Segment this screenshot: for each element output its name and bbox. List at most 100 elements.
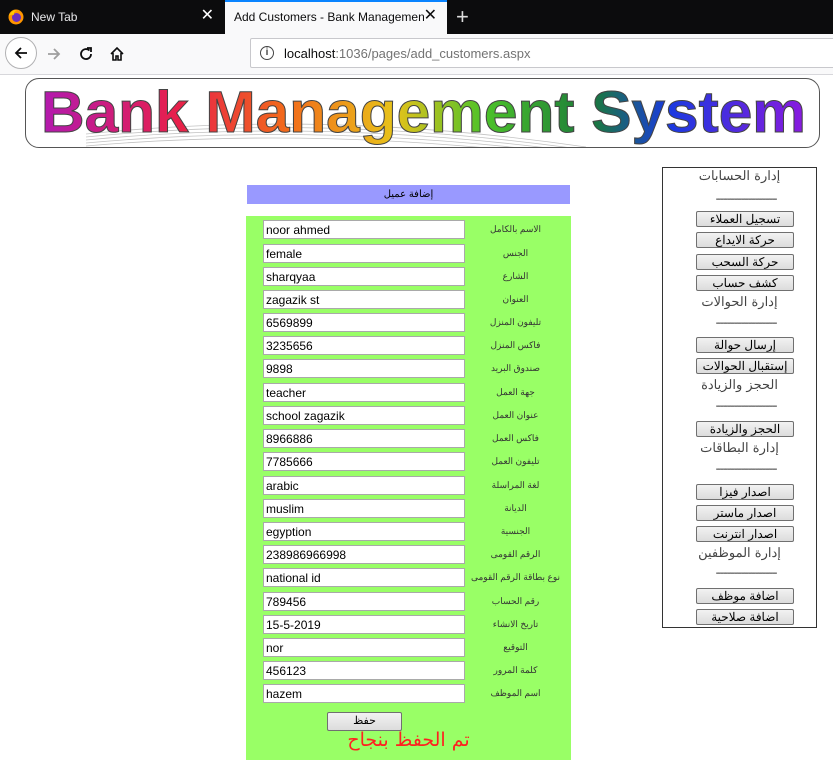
- sidebar-button[interactable]: الحجز والزيادة: [696, 421, 794, 437]
- form-row: اسم الموظف: [263, 684, 558, 703]
- form-field-input[interactable]: [263, 406, 465, 425]
- form-row: عنوان العمل: [263, 406, 558, 425]
- form-row: كلمة المرور: [263, 661, 558, 680]
- sidebar-button[interactable]: كشف حساب: [696, 275, 794, 291]
- form-row: فاكس العمل: [263, 429, 558, 448]
- tab-new-tab[interactable]: New Tab ✕: [0, 0, 224, 34]
- form-field-label: الديانة: [504, 503, 527, 513]
- sidebar-divider: --------------------------: [715, 568, 778, 579]
- sidebar-button[interactable]: اصدار ماستر: [696, 505, 794, 521]
- active-tab-indicator: [225, 0, 447, 2]
- form-row: الشارع: [263, 267, 558, 286]
- form-field-label: لغة المراسلة: [491, 480, 540, 490]
- form-row: العنوان: [263, 290, 558, 309]
- form-field-label: كلمة المرور: [493, 665, 538, 675]
- form-field-label: الجنس: [502, 248, 529, 258]
- form-field-label: رقم الحساب: [491, 596, 540, 606]
- forward-button[interactable]: [40, 40, 68, 68]
- form-field-input[interactable]: [263, 592, 465, 611]
- form-row: التوقيع: [263, 638, 558, 657]
- form-row: صندوق البريد: [263, 359, 558, 378]
- form-row: الديانة: [263, 499, 558, 518]
- sidebar-button[interactable]: حركة السحب: [696, 254, 794, 270]
- form-field-input[interactable]: [263, 383, 465, 402]
- reload-icon: [80, 47, 92, 60]
- form-field-input[interactable]: [263, 290, 465, 309]
- form-field-input[interactable]: [263, 661, 465, 680]
- form-row: تاريخ الانشاء: [263, 615, 558, 634]
- form-field-input[interactable]: [263, 452, 465, 471]
- close-tab-icon[interactable]: ✕: [424, 8, 437, 24]
- home-icon: [110, 46, 124, 61]
- sidebar-divider: --------------------------: [715, 401, 778, 412]
- form-field-label: التوقيع: [503, 642, 528, 652]
- banner-graphic: Bank Management System: [41, 80, 807, 147]
- tab-bar: New Tab ✕ Add Customers - Bank Managemen…: [0, 0, 833, 34]
- sidebar-section-title: إدارة الموظفين: [698, 546, 781, 561]
- address-bar[interactable]: i localhost:1036/pages/add_customers.asp…: [250, 38, 833, 68]
- sidebar-divider: --------------------------: [715, 194, 778, 205]
- form-field-input[interactable]: [263, 615, 465, 634]
- sidebar-button[interactable]: حركة الايداع: [696, 232, 794, 248]
- sidebar-button[interactable]: إرسال حوالة: [696, 337, 794, 353]
- form-field-input[interactable]: [263, 220, 465, 239]
- sidebar-button[interactable]: اصدار فيزا: [696, 484, 794, 500]
- form-field-label: العنوان: [502, 294, 529, 304]
- form-field-input[interactable]: [263, 638, 465, 657]
- new-tab-plus-icon[interactable]: +: [456, 4, 469, 30]
- bank-banner: Bank Management System: [25, 78, 820, 148]
- reload-button[interactable]: [72, 40, 100, 68]
- sidebar-section-title: إدارة الحسابات: [698, 169, 781, 184]
- form-field-input[interactable]: [263, 429, 465, 448]
- form-row: تليفون المنزل: [263, 313, 558, 332]
- form-field-label: جهة العمل: [496, 387, 535, 397]
- form-field-input[interactable]: [263, 522, 465, 541]
- close-tab-icon[interactable]: ✕: [201, 8, 214, 24]
- form-field-label: الجنسية: [500, 526, 531, 536]
- form-field-input[interactable]: [263, 476, 465, 495]
- form-field-label: صندوق البريد: [490, 363, 541, 373]
- forward-arrow-icon: [48, 48, 61, 60]
- sidebar-button[interactable]: اضافة موظف: [696, 588, 794, 604]
- form-row: نوع بطاقة الرقم القومى: [263, 568, 560, 587]
- back-arrow-icon: [14, 47, 27, 59]
- form-row: رقم الحساب: [263, 592, 558, 611]
- form-field-input[interactable]: [263, 267, 465, 286]
- success-message: تم الحفظ بنجاح: [347, 729, 470, 751]
- sidebar-button[interactable]: تسجيل العملاء: [696, 211, 794, 227]
- form-field-label: فاكس المنزل: [490, 340, 541, 350]
- back-button[interactable]: [5, 37, 37, 69]
- sidebar-button[interactable]: اضافة صلاحية: [696, 609, 794, 625]
- form-field-input[interactable]: [263, 568, 465, 587]
- sidebar-button[interactable]: إستقبال الحوالات: [696, 358, 794, 374]
- tab-title: New Tab: [31, 10, 78, 24]
- form-field-input[interactable]: [263, 313, 465, 332]
- form-row: الرقم القومى: [263, 545, 558, 564]
- info-icon[interactable]: i: [260, 46, 274, 60]
- sidebar-section-title: إدارة الحوالات: [701, 295, 778, 310]
- form-field-input[interactable]: [263, 684, 465, 703]
- form-field-label: الاسم بالكامل: [489, 224, 541, 234]
- firefox-icon: [8, 9, 24, 25]
- form-field-input[interactable]: [263, 545, 465, 564]
- form-field-label: تليفون المنزل: [489, 317, 542, 327]
- form-field-input[interactable]: [263, 359, 465, 378]
- form-field-input[interactable]: [263, 244, 465, 263]
- tab-title: Add Customers - Bank Management System: [234, 10, 424, 24]
- tab-add-customers[interactable]: Add Customers - Bank Management System ✕: [225, 0, 447, 34]
- form-row: تليفون العمل: [263, 452, 558, 471]
- sidebar-divider: --------------------------: [715, 464, 778, 475]
- form-row: الاسم بالكامل: [263, 220, 558, 239]
- home-button[interactable]: [103, 40, 131, 68]
- sidebar-button[interactable]: اصدار انترنت: [696, 526, 794, 542]
- form-row: فاكس المنزل: [263, 336, 558, 355]
- form-field-input[interactable]: [263, 499, 465, 518]
- form-row: جهة العمل: [263, 383, 558, 402]
- form-field-label: فاكس العمل: [492, 433, 539, 443]
- form-row: الجنس: [263, 244, 558, 263]
- add-customer-form: حفظ تم الحفظ بنجاح الاسم بالكاملالجنسالش…: [246, 216, 571, 760]
- form-field-input[interactable]: [263, 336, 465, 355]
- sidebar-section-title: الحجز والزيادة: [701, 378, 778, 393]
- form-field-label: اسم الموظف: [490, 688, 541, 698]
- form-row: لغة المراسلة: [263, 476, 558, 495]
